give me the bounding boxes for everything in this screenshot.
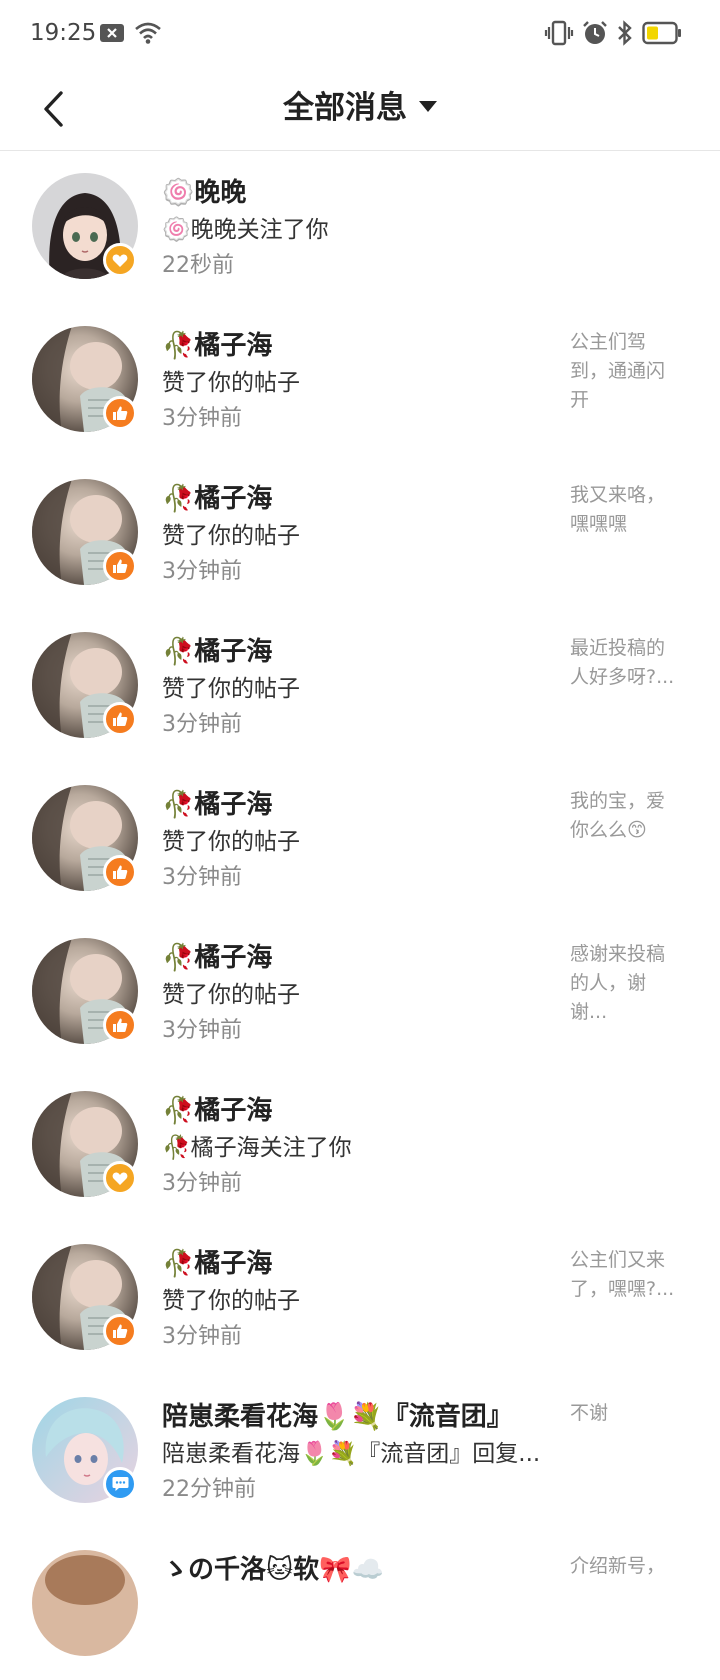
message-time: 22分钟前 xyxy=(162,1477,256,1502)
message-item[interactable]: 陪崽柔看花海🌷💐『流音团』陪崽柔看花海🌷💐『流音团』回复... 22分钟前 不谢 xyxy=(0,1374,720,1527)
alarm-icon xyxy=(583,21,607,44)
post-preview[interactable]: 不谢 xyxy=(570,1399,682,1428)
page-title: 全部消息 xyxy=(283,90,407,126)
message-action: 🥀橘子海关注了你 xyxy=(162,1135,352,1161)
sender-name[interactable]: 🥀橘子海 xyxy=(162,1090,272,1127)
caret-down-icon xyxy=(419,101,437,112)
wifi-icon xyxy=(135,22,161,44)
bluetooth-icon xyxy=(618,20,632,46)
follow-badge xyxy=(103,1161,137,1195)
avatar[interactable] xyxy=(32,1550,138,1656)
sender-name[interactable]: 🥀橘子海 xyxy=(162,631,272,668)
thumbs-up-icon xyxy=(113,712,128,726)
sender-name[interactable]: 🍥晚晚 xyxy=(162,172,246,209)
like-badge xyxy=(103,702,137,736)
message-item[interactable]: ゝの千洛🐱软🎀☁️ 介绍新号， xyxy=(0,1527,720,1680)
message-time: 3分钟前 xyxy=(162,1018,242,1043)
message-item[interactable]: 🍥晚晚 🍥晚晚关注了你 22秒前 xyxy=(0,150,720,303)
message-item[interactable]: 🥀橘子海赞了你的帖子 3分钟前 我的宝，爱你么么😙 xyxy=(0,762,720,915)
message-time: 3分钟前 xyxy=(162,865,242,890)
post-preview[interactable]: 最近投稿的人好多呀?... xyxy=(570,634,682,692)
avatar-image xyxy=(32,1550,138,1656)
sender-name[interactable]: ゝの千洛🐱软🎀☁️ xyxy=(162,1549,384,1586)
sender-name[interactable]: 🥀橘子海 xyxy=(162,937,272,974)
status-bar: 19:25 xyxy=(0,0,720,70)
thumbs-up-icon xyxy=(113,1324,128,1338)
message-time: 3分钟前 xyxy=(162,406,242,431)
like-badge xyxy=(103,855,137,889)
message-action: 赞了你的帖子 xyxy=(162,523,300,549)
sender-name[interactable]: 🥀橘子海 xyxy=(162,1243,272,1280)
like-badge xyxy=(103,549,137,583)
header: 全部消息 xyxy=(0,70,720,151)
message-list: 🍥晚晚 🍥晚晚关注了你 22秒前 🥀橘子海 赞了你的帖子 3分钟前 公主们驾到，通通闪开 🥀橘… xyxy=(0,150,720,1680)
message-action: 赞了你的帖子 xyxy=(162,370,300,396)
battery-icon xyxy=(642,21,681,45)
message-time: 22秒前 xyxy=(162,253,234,278)
follow-badge xyxy=(103,243,137,277)
post-preview[interactable]: 介绍新号， xyxy=(570,1552,682,1581)
message-action: 赞了你的帖子 xyxy=(162,829,300,855)
message-item[interactable]: 🥀橘子海赞了你的帖子 3分钟前 公主们又来了，嘿嘿?... xyxy=(0,1221,720,1374)
sender-name[interactable]: 🥀橘子海 xyxy=(162,325,272,362)
heart-icon xyxy=(112,254,128,267)
message-item[interactable]: 🥀橘子海赞了你的帖子 3分钟前 公主们驾到，通通闪开 xyxy=(0,303,720,456)
sender-name[interactable]: 🥀橘子海 xyxy=(162,478,272,515)
message-item[interactable]: 🥀橘子海赞了你的帖子 3分钟前 最近投稿的人好多呀?... xyxy=(0,609,720,762)
post-preview[interactable]: 感谢来投稿的人，谢谢... xyxy=(570,940,682,1027)
post-preview[interactable]: 公主们驾到，通通闪开 xyxy=(570,328,682,415)
message-time: 3分钟前 xyxy=(162,1324,242,1349)
message-action: 赞了你的帖子 xyxy=(162,982,300,1008)
message-item[interactable]: 🥀橘子海赞了你的帖子 3分钟前 我又来咯，嘿嘿嘿 xyxy=(0,456,720,609)
message-item[interactable]: 🥀橘子海 🥀橘子海关注了你 3分钟前 xyxy=(0,1068,720,1221)
message-item[interactable]: 🥀橘子海赞了你的帖子 3分钟前 感谢来投稿的人，谢谢... xyxy=(0,915,720,1068)
thumbs-up-icon xyxy=(113,865,128,879)
message-action: 赞了你的帖子 xyxy=(162,676,300,702)
heart-icon xyxy=(112,1172,128,1185)
message-action: 陪崽柔看花海🌷💐『流音团』回复... xyxy=(162,1441,541,1467)
message-time: 3分钟前 xyxy=(162,712,242,737)
status-time: 19:25 xyxy=(30,20,97,46)
like-badge xyxy=(103,1314,137,1348)
vibrate-icon xyxy=(544,20,574,46)
post-preview[interactable]: 公主们又来了，嘿嘿?... xyxy=(570,1246,682,1304)
sender-name[interactable]: 陪崽柔看花海🌷💐『流音团』 xyxy=(162,1396,513,1433)
message-action: 🍥晚晚关注了你 xyxy=(162,217,329,243)
notification-x-icon xyxy=(100,24,124,42)
chat-bubble-icon xyxy=(112,1477,128,1491)
thumbs-up-icon xyxy=(113,406,128,420)
reply-badge xyxy=(103,1467,137,1501)
like-badge xyxy=(103,396,137,430)
sender-name[interactable]: 🥀橘子海 xyxy=(162,784,272,821)
message-action: 赞了你的帖子 xyxy=(162,1288,300,1314)
message-time: 3分钟前 xyxy=(162,559,242,584)
post-preview[interactable]: 我的宝，爱你么么😙 xyxy=(570,787,682,845)
post-preview[interactable]: 我又来咯，嘿嘿嘿 xyxy=(570,481,682,539)
thumbs-up-icon xyxy=(113,1018,128,1032)
thumbs-up-icon xyxy=(113,559,128,573)
title-dropdown[interactable]: 全部消息 xyxy=(0,82,720,127)
message-time: 3分钟前 xyxy=(162,1171,242,1196)
like-badge xyxy=(103,1008,137,1042)
